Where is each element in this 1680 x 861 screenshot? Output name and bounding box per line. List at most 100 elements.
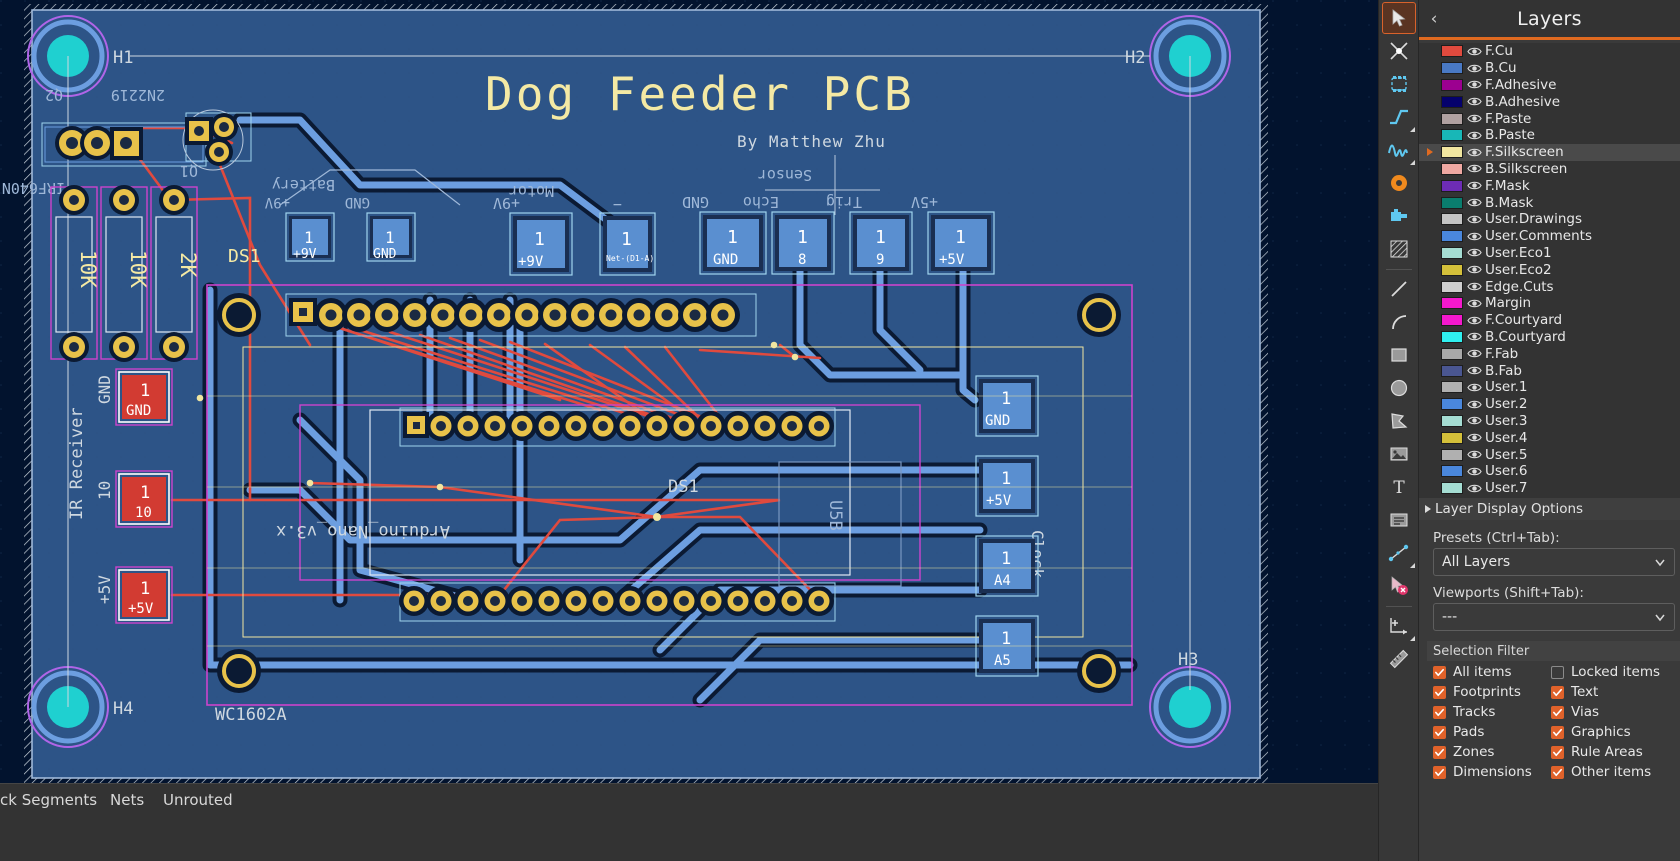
draw-rectangle-tool[interactable] (1382, 339, 1416, 371)
selection-filter-dimensions[interactable]: Dimensions (1433, 764, 1551, 780)
layer-display-options-toggle[interactable]: Layer Display Options (1419, 498, 1680, 520)
checkbox-checked-icon[interactable] (1551, 745, 1564, 759)
tune-length-tool[interactable] (1382, 134, 1416, 166)
checkbox-checked-icon[interactable] (1433, 665, 1446, 679)
layer-color-swatch[interactable] (1441, 297, 1463, 310)
layer-row-user-6[interactable]: User.6 (1419, 463, 1680, 480)
layer-row-user-eco2[interactable]: User.Eco2 (1419, 261, 1680, 278)
pcb-canvas[interactable]: H1 H2 H3 H4 Dog Feeder PCB By Matthew Zh… (0, 0, 1378, 783)
dimension-submenu-arrow[interactable] (1409, 563, 1415, 568)
layer-color-swatch[interactable] (1441, 465, 1463, 478)
add-textbox-tool[interactable] (1382, 504, 1416, 536)
checkbox-checked-icon[interactable] (1433, 685, 1446, 699)
route-tracks-tool[interactable] (1382, 101, 1416, 133)
layer-row-user-3[interactable]: User.3 (1419, 413, 1680, 430)
add-dimension-tool[interactable] (1382, 537, 1416, 569)
layer-visibility-toggle[interactable] (1463, 61, 1485, 76)
selection-filter-all-items[interactable]: All items (1433, 664, 1551, 680)
layer-row-f-courtyard[interactable]: F.Courtyard (1419, 312, 1680, 329)
layer-row-f-silkscreen[interactable]: F.Silkscreen (1419, 143, 1680, 161)
checkbox-checked-icon[interactable] (1551, 705, 1564, 719)
layer-color-swatch[interactable] (1441, 78, 1463, 91)
select-tool[interactable] (1381, 2, 1416, 34)
selection-filter-text[interactable]: Text (1551, 684, 1680, 700)
viewports-select[interactable]: --- (1433, 603, 1675, 631)
set-origin-tool[interactable] (1382, 610, 1416, 642)
layer-visibility-toggle[interactable] (1463, 329, 1485, 344)
layer-row-user-drawings[interactable]: User.Drawings (1419, 211, 1680, 228)
layer-color-swatch[interactable] (1441, 364, 1463, 377)
layer-visibility-toggle[interactable] (1463, 178, 1485, 193)
selection-filter-footprints[interactable]: Footprints (1433, 684, 1551, 700)
tune-length-submenu-arrow[interactable] (1409, 160, 1415, 165)
layer-visibility-toggle[interactable] (1463, 94, 1485, 109)
add-zone-tool[interactable] (1382, 233, 1416, 265)
selection-filter-locked-items[interactable]: Locked items (1551, 664, 1680, 680)
layer-row-user-comments[interactable]: User.Comments (1419, 228, 1680, 245)
layer-color-swatch[interactable] (1441, 45, 1463, 58)
layer-visibility-toggle[interactable] (1463, 363, 1485, 378)
layer-row-user-5[interactable]: User.5 (1419, 446, 1680, 463)
selection-filter-other-items[interactable]: Other items (1551, 764, 1680, 780)
layer-row-b-courtyard[interactable]: B.Courtyard (1419, 329, 1680, 346)
checkbox-checked-icon[interactable] (1433, 765, 1446, 779)
layer-color-swatch[interactable] (1441, 314, 1463, 327)
draw-arc-tool[interactable] (1382, 306, 1416, 338)
right-vertical-toolbar[interactable]: T (1378, 0, 1418, 861)
add-footprint-tool[interactable] (1382, 200, 1416, 232)
layer-row-margin[interactable]: Margin (1419, 295, 1680, 312)
layer-visibility-toggle[interactable] (1463, 128, 1485, 143)
layer-color-swatch[interactable] (1441, 162, 1463, 175)
layer-color-swatch[interactable] (1441, 129, 1463, 142)
layer-visibility-toggle[interactable] (1463, 212, 1485, 227)
layer-row-f-adhesive[interactable]: F.Adhesive (1419, 77, 1680, 94)
layer-row-user-2[interactable]: User.2 (1419, 396, 1680, 413)
chevron-left-icon[interactable]: ‹ (1425, 9, 1443, 29)
layer-visibility-toggle[interactable] (1463, 481, 1485, 496)
add-text-tool[interactable]: T (1382, 471, 1416, 503)
layer-visibility-toggle[interactable] (1463, 262, 1485, 277)
layer-visibility-toggle[interactable] (1463, 296, 1485, 311)
draw-circle-tool[interactable] (1382, 372, 1416, 404)
layer-visibility-toggle[interactable] (1463, 397, 1485, 412)
layer-row-b-cu[interactable]: B.Cu (1419, 60, 1680, 77)
add-via-tool[interactable] (1382, 167, 1416, 199)
layer-visibility-toggle[interactable] (1463, 413, 1485, 428)
layer-color-swatch[interactable] (1441, 330, 1463, 343)
layer-color-swatch[interactable] (1441, 146, 1463, 159)
layer-visibility-toggle[interactable] (1463, 229, 1485, 244)
layer-row-f-cu[interactable]: F.Cu (1419, 43, 1680, 60)
checkbox-checked-icon[interactable] (1433, 705, 1446, 719)
place-image-tool[interactable] (1382, 438, 1416, 470)
checkbox-checked-icon[interactable] (1551, 685, 1564, 699)
layer-color-swatch[interactable] (1441, 196, 1463, 209)
layer-color-swatch[interactable] (1441, 230, 1463, 243)
layer-visibility-toggle[interactable] (1463, 44, 1485, 59)
layer-color-swatch[interactable] (1441, 381, 1463, 394)
layer-color-swatch[interactable] (1441, 414, 1463, 427)
layer-color-swatch[interactable] (1441, 112, 1463, 125)
draw-polygon-tool[interactable] (1382, 405, 1416, 437)
layer-color-swatch[interactable] (1441, 448, 1463, 461)
highlight-net-tool[interactable] (1382, 35, 1416, 67)
layer-color-swatch[interactable] (1441, 398, 1463, 411)
selection-filter-graphics[interactable]: Graphics (1551, 724, 1680, 740)
layer-row-user-4[interactable]: User.4 (1419, 429, 1680, 446)
layer-row-b-adhesive[interactable]: B.Adhesive (1419, 93, 1680, 110)
layer-row-user-eco1[interactable]: User.Eco1 (1419, 245, 1680, 262)
draw-line-tool[interactable] (1382, 273, 1416, 305)
layer-visibility-toggle[interactable] (1463, 195, 1485, 210)
selection-filter-rule-areas[interactable]: Rule Areas (1551, 744, 1680, 760)
layer-visibility-toggle[interactable] (1463, 279, 1485, 294)
layer-visibility-toggle[interactable] (1463, 245, 1485, 260)
layer-visibility-toggle[interactable] (1463, 77, 1485, 92)
layers-list[interactable]: F.Cu B.Cu F.Adhesive B.Adhesive F.Paste B.Pas… (1419, 43, 1680, 498)
checkbox-checked-icon[interactable] (1433, 745, 1446, 759)
selection-filter-list[interactable]: All items Locked items Footprints Text Track… (1433, 664, 1680, 780)
layer-visibility-toggle[interactable] (1463, 111, 1485, 126)
layer-row-f-fab[interactable]: F.Fab (1419, 345, 1680, 362)
layer-color-swatch[interactable] (1441, 280, 1463, 293)
layer-color-swatch[interactable] (1441, 263, 1463, 276)
selection-filter-tracks[interactable]: Tracks (1433, 704, 1551, 720)
layer-visibility-toggle[interactable] (1463, 313, 1485, 328)
